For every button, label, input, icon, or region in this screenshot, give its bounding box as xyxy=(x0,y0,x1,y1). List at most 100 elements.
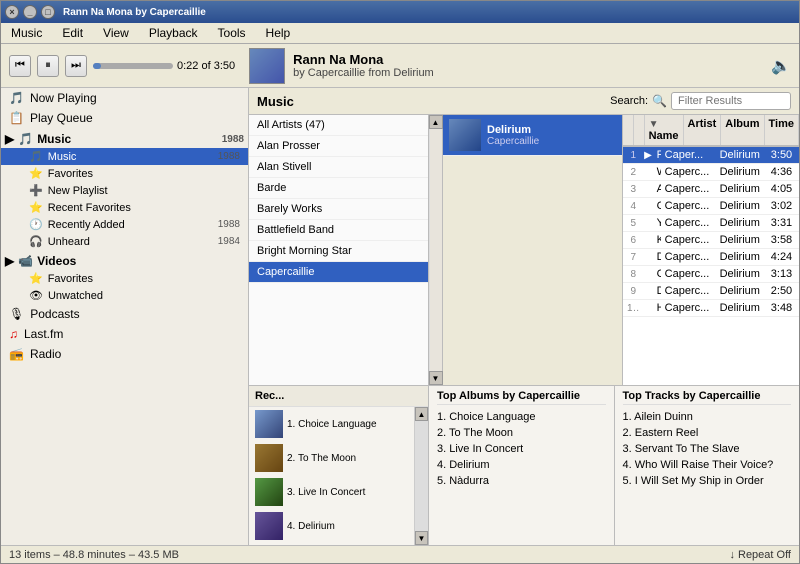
th-album[interactable]: Album xyxy=(721,115,764,145)
track-row[interactable]: 4 Cape Br... Caperc... Delirium 3:02 xyxy=(623,198,799,215)
track-time: 3:13 xyxy=(767,266,799,282)
list-item[interactable]: 1. Choice Language xyxy=(437,409,606,425)
next-button[interactable]: ⏭ xyxy=(65,55,87,77)
sidebar-item-unwatched[interactable]: 👁 Unwatched xyxy=(1,287,248,304)
scroll-down-button[interactable]: ▼ xyxy=(415,531,428,545)
top-albums-panel: Top Albums by Capercaillie 1. Choice Lan… xyxy=(429,386,615,545)
list-item[interactable]: 5. I Will Set My Ship in Order xyxy=(623,473,792,489)
content-body: All Artists (47) Alan Prosser Alan Stive… xyxy=(249,115,799,385)
maximize-button[interactable]: □ xyxy=(41,5,55,19)
progress-slider[interactable] xyxy=(93,63,173,69)
scroll-up-button[interactable]: ▲ xyxy=(429,115,443,129)
sidebar-item-now-playing[interactable]: 🎵 Now Playing xyxy=(1,88,248,108)
play-icon: ▶ xyxy=(640,148,653,163)
track-row[interactable]: 2 Waiting ... Caperc... Delirium 4:36 xyxy=(623,164,799,181)
artist-all[interactable]: All Artists (47) xyxy=(249,115,428,136)
list-item[interactable]: 3. Live In Concert xyxy=(437,441,606,457)
list-item[interactable]: 1. Ailein Duinn xyxy=(623,409,792,425)
list-item[interactable]: Bright Morning Star xyxy=(249,241,428,262)
album-art-small xyxy=(449,119,481,151)
list-item[interactable]: 3. Servant To The Slave xyxy=(623,441,792,457)
menu-view[interactable]: View xyxy=(97,25,135,41)
artist-capercaillie[interactable]: Capercaillie xyxy=(249,262,428,283)
sidebar-now-playing-label: Now Playing xyxy=(30,91,97,105)
track-time: 4:36 xyxy=(767,164,799,180)
th-time[interactable]: Time xyxy=(765,115,799,145)
sidebar-group-music[interactable]: ▶ 🎵 Music 1988 xyxy=(1,128,248,148)
track-row[interactable]: 7 Dean Sa... Caperc... Delirium 4:24 xyxy=(623,249,799,266)
menu-playback[interactable]: Playback xyxy=(143,25,204,41)
scroll-up-button[interactable]: ▲ xyxy=(415,407,428,421)
recent-art xyxy=(255,410,283,438)
track-time: 3:58 xyxy=(767,232,799,248)
list-item[interactable]: 2. Eastern Reel xyxy=(623,425,792,441)
sort-arrow: ▼ xyxy=(649,119,659,130)
sidebar-group-videos[interactable]: ▶ 📹 Videos xyxy=(1,250,248,270)
sidebar-unheard-badge: 1984 xyxy=(218,236,240,247)
main-window: × _ □ Rann Na Mona by Capercaillie Music… xyxy=(0,0,800,564)
track-num: 5 xyxy=(623,216,640,231)
search-input[interactable] xyxy=(671,92,791,110)
list-item[interactable]: Battlefield Band xyxy=(249,220,428,241)
track-row[interactable]: 5 You Will ... Caperc... Delirium 3:31 xyxy=(623,215,799,232)
volume-icon[interactable]: 🔈 xyxy=(771,56,791,76)
list-item[interactable]: 1. Choice Language xyxy=(249,407,414,441)
recent-item-label: 1. Choice Language xyxy=(287,419,377,430)
recent-scroll: 1. Choice Language 2. To The Moon 3. Liv… xyxy=(249,407,414,545)
track-row[interactable]: 9 Dr. MacP... Caperc... Delirium 2:50 xyxy=(623,283,799,300)
track-row[interactable]: 10 Heart of ... Caperc... Delirium 3:48 xyxy=(623,300,799,317)
track-list: 1 ▶ Rann N... Caper... Delirium 3:50 2 W… xyxy=(623,147,799,385)
list-item[interactable]: 3. Live In Concert xyxy=(249,475,414,509)
track-time: 4:24 xyxy=(767,249,799,265)
menu-edit[interactable]: Edit xyxy=(56,25,89,41)
track-num: 10 xyxy=(623,301,640,316)
sidebar-item-recent-favorites[interactable]: ⭐ Recent Favorites xyxy=(1,199,248,216)
list-item[interactable]: Barde xyxy=(249,178,428,199)
list-item[interactable]: 4. Who Will Raise Their Voice? xyxy=(623,457,792,473)
track-row[interactable]: 8 Coisich a... Caperc... Delirium 3:13 xyxy=(623,266,799,283)
list-item[interactable]: 4. Delirium xyxy=(249,509,414,543)
track-row[interactable]: 3 Aodann ... Caperc... Delirium 4:05 xyxy=(623,181,799,198)
sidebar-item-recently-added[interactable]: 🕐 Recently Added 1988 xyxy=(1,216,248,233)
sidebar-item-unheard[interactable]: 🎧 Unheard 1984 xyxy=(1,233,248,250)
recent-content: 1. Choice Language 2. To The Moon 3. Liv… xyxy=(249,407,428,545)
list-item[interactable]: Barely Works xyxy=(249,199,428,220)
th-name[interactable]: ▼ Name xyxy=(645,115,684,145)
list-item[interactable]: Alan Prosser xyxy=(249,136,428,157)
track-artist: Caper... xyxy=(661,147,716,163)
sidebar-item-radio[interactable]: 📻 Radio xyxy=(1,344,248,364)
sidebar-item-video-favorites[interactable]: ⭐ Favorites xyxy=(1,270,248,287)
scroll-down-button[interactable]: ▼ xyxy=(429,371,443,385)
th-artist[interactable]: Artist xyxy=(684,115,722,145)
sidebar-item-new-playlist[interactable]: ➕ New Playlist xyxy=(1,182,248,199)
play-pause-button[interactable]: ⏸ xyxy=(37,55,59,77)
prev-button[interactable]: ⏮ xyxy=(9,55,31,77)
menu-tools[interactable]: Tools xyxy=(212,25,252,41)
recent-scrollbar: ▲ ▼ xyxy=(414,407,428,545)
list-item[interactable]: Alan Stivell xyxy=(249,157,428,178)
sidebar-item-play-queue[interactable]: 📋 Play Queue xyxy=(1,108,248,128)
scroll-track xyxy=(415,421,428,531)
repeat-status[interactable]: ↓ Repeat Off xyxy=(729,549,791,561)
minimize-button[interactable]: _ xyxy=(23,5,37,19)
album-info: Delirium Capercaillie xyxy=(487,124,539,147)
track-row[interactable]: 1 ▶ Rann N... Caper... Delirium 3:50 xyxy=(623,147,799,164)
list-item[interactable]: 2. To The Moon xyxy=(249,441,414,475)
track-row[interactable]: 6 Kenny M... Caperc... Delirium 3:58 xyxy=(623,232,799,249)
album-delirium[interactable]: Delirium Capercaillie xyxy=(443,115,622,156)
track-artist: Caperc... xyxy=(661,283,716,299)
list-item[interactable]: 2. To The Moon xyxy=(437,425,606,441)
sidebar-item-lastfm[interactable]: ♫ Last.fm xyxy=(1,324,248,344)
menu-music[interactable]: Music xyxy=(5,25,48,41)
menubar: Music Edit View Playback Tools Help xyxy=(1,23,799,44)
recent-header: Rec... xyxy=(249,386,428,407)
menu-help[interactable]: Help xyxy=(260,25,297,41)
sidebar-item-favorites[interactable]: ⭐ Favorites xyxy=(1,165,248,182)
list-item[interactable]: 5. Nàdurra xyxy=(437,473,606,489)
sidebar-item-podcasts[interactable]: 🎙 Podcasts xyxy=(1,304,248,324)
close-button[interactable]: × xyxy=(5,5,19,19)
list-item[interactable]: 4. Delirium xyxy=(437,457,606,473)
sidebar-item-music[interactable]: 🎵 Music 1988 xyxy=(1,148,248,165)
progress-area: 0:22 of 3:50 xyxy=(93,60,235,72)
recent-fav-icon: ⭐ xyxy=(29,201,43,214)
